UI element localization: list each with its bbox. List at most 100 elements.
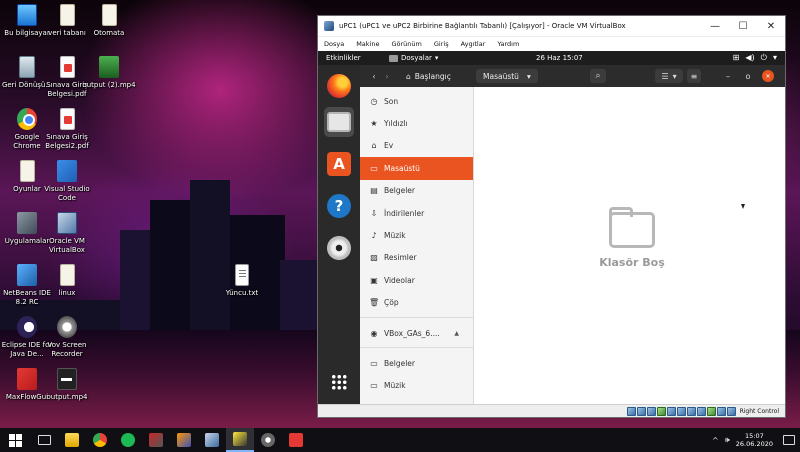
taskbar-file-explorer[interactable] <box>58 428 86 452</box>
sidebar-item-m-zik[interactable]: ♪ Müzik <box>360 224 473 246</box>
shared-folders-icon[interactable] <box>676 406 686 416</box>
menu-yardim[interactable]: Yardım <box>491 40 525 48</box>
usb-icon[interactable] <box>666 406 676 416</box>
sidebar-divider <box>360 316 473 318</box>
file-icon <box>59 4 75 26</box>
taskbar-clock[interactable]: 15:07 26.06.2020 <box>736 432 773 448</box>
sidebar-item-resimler[interactable]: ▨ Resimler <box>360 247 473 269</box>
sidebar-item-y-ld-zl-[interactable]: ★ Yıldızlı <box>360 112 473 134</box>
sidebar-item-belgeler[interactable]: ▭ Belgeler <box>360 352 473 374</box>
audio-icon[interactable] <box>646 406 656 416</box>
search-button[interactable]: ⌕ <box>590 69 606 83</box>
minimize-button[interactable]: — <box>701 16 729 37</box>
show-applications-button[interactable] <box>324 367 354 397</box>
sidebar-item-belgeler[interactable]: ▤ Belgeler <box>360 180 473 202</box>
eject-icon[interactable]: ▲ <box>454 330 459 337</box>
desktop-icon[interactable]: Vov Screen Recorder <box>40 316 94 359</box>
taskbar-office[interactable] <box>170 428 198 452</box>
maxflow-icon <box>289 433 303 447</box>
sidebar-item-m-zik[interactable]: ▭ Müzik <box>360 375 473 397</box>
windows-taskbar: ^ 🕪 15:07 26.06.2020 <box>0 428 800 452</box>
keyboard-icon[interactable] <box>726 406 736 416</box>
mouse-integration-icon[interactable] <box>716 406 726 416</box>
taskbar-spotify[interactable] <box>114 428 142 452</box>
files-content-area[interactable]: Klasör Boş <box>474 87 785 405</box>
optical-drive-icon[interactable] <box>636 406 646 416</box>
dock-software[interactable]: A <box>324 149 354 179</box>
breadcrumb-home[interactable]: ⌂ Başlangıç <box>399 69 458 83</box>
system-tray[interactable]: ⊞ ◀) ⏻ ▾ <box>733 53 777 63</box>
list-view-icon: ☰ <box>661 71 669 81</box>
volume-icon[interactable]: 🕪 <box>725 435 730 445</box>
taskbar-audio[interactable] <box>254 428 282 452</box>
forward-button[interactable]: › <box>381 69 393 83</box>
breadcrumb-desktop[interactable]: Masaüstü ▾ <box>476 69 538 83</box>
files-close-button[interactable]: ✕ <box>762 70 774 82</box>
desktop-icon-label: Yüncu.txt <box>225 289 259 297</box>
display-icon[interactable] <box>686 406 696 416</box>
cpu-icon[interactable] <box>706 406 716 416</box>
taskbar-maxflow[interactable] <box>282 428 310 452</box>
files-minimize-button[interactable]: – <box>722 69 734 83</box>
dock-help[interactable]: ? <box>324 191 354 221</box>
desktop-icon[interactable]: output.mp4 <box>40 368 94 402</box>
window-titlebar[interactable]: uPC1 (uPC1 ve uPC2 Birbirine Bağlantılı … <box>318 16 785 37</box>
taskbar-ubuntu-vm[interactable] <box>226 428 254 452</box>
vm-display[interactable]: Etkinlikler Dosyalar ▾ 26 Haz 15:07 ⊞ ◀)… <box>318 51 785 405</box>
gnome-clock[interactable]: 26 Haz 15:07 <box>536 54 583 62</box>
desktop-icon[interactable]: Otomata <box>82 4 136 38</box>
start-button[interactable] <box>0 428 30 452</box>
network-icon[interactable] <box>656 406 666 416</box>
recording-icon[interactable] <box>696 406 706 416</box>
app-menu[interactable]: Dosyalar ▾ <box>389 54 438 62</box>
dock-disc[interactable] <box>324 233 354 263</box>
menu-giris[interactable]: Giriş <box>428 40 455 48</box>
action-center-icon[interactable] <box>783 435 795 445</box>
desktop-icon[interactable]: output (2).mp4 <box>82 56 136 90</box>
file-icon <box>19 160 35 182</box>
place-icon: ▭ <box>370 163 378 173</box>
sidebar-item-label: Resimler <box>384 253 417 263</box>
place-icon: ▤ <box>370 186 378 196</box>
files-maximize-button[interactable]: o <box>742 69 754 83</box>
dock-files[interactable] <box>324 107 354 137</box>
menu-aygitlar[interactable]: Aygıtlar <box>455 40 492 48</box>
desktop-icon[interactable]: Sınava Giriş Belgesi2.pdf <box>40 108 94 151</box>
sidebar-item-ev[interactable]: ⌂ Ev <box>360 135 473 157</box>
desktop-icon-label: Otomata <box>93 29 125 37</box>
desktop-icon[interactable]: linux <box>40 264 94 298</box>
desktop-icon[interactable]: Oracle VM VirtualBox <box>40 212 94 255</box>
sidebar-item--p[interactable]: 🗑 Çöp <box>360 292 473 314</box>
hamburger-menu-button[interactable]: ≡ <box>687 69 701 83</box>
text-file-icon <box>235 264 249 286</box>
show-hidden-icons-button[interactable]: ^ <box>712 436 719 445</box>
back-button[interactable]: ‹ <box>368 69 380 83</box>
task-view-button[interactable] <box>30 428 58 452</box>
dock-firefox[interactable] <box>324 71 354 101</box>
menu-gorunum[interactable]: Görünüm <box>385 40 427 48</box>
sidebar-item-vbox-gas[interactable]: ◉ VBox_GAs_6.... ▲ <box>360 322 473 344</box>
sidebar-item-masa-st-[interactable]: ▭ Masaüstü <box>360 157 473 180</box>
taskbar-chrome[interactable] <box>86 428 114 452</box>
sidebar-item-son[interactable]: ◷ Son <box>360 90 473 112</box>
desktop-icon[interactable]: Visual Studio Code <box>40 160 94 203</box>
taskbar-recorder[interactable] <box>142 428 170 452</box>
taskbar-virtualbox[interactable] <box>198 428 226 452</box>
menu-makine[interactable]: Makine <box>350 40 385 48</box>
activities-button[interactable]: Etkinlikler <box>318 54 389 62</box>
notification-area: ^ 🕪 15:07 26.06.2020 <box>712 428 800 452</box>
sidebar-item-videolar[interactable]: ▣ Videolar <box>360 269 473 291</box>
folder-icon: ▭ <box>370 381 378 391</box>
sidebar-item-i-ndirilenler[interactable]: ⇩ İndirilenler <box>360 202 473 224</box>
chevron-down-icon: ▾ <box>772 53 777 62</box>
desktop-icon[interactable]: Yüncu.txt <box>215 264 269 298</box>
menu-dosya[interactable]: Dosya <box>318 40 350 48</box>
close-button[interactable]: ✕ <box>757 16 785 37</box>
vscode-icon <box>57 160 77 182</box>
disc-icon: ◉ <box>370 328 378 338</box>
hdd-icon[interactable] <box>626 406 636 416</box>
maximize-button[interactable]: ☐ <box>729 16 757 37</box>
chevron-down-icon: ▾ <box>526 71 531 81</box>
recorder-icon <box>57 316 77 338</box>
view-list-button[interactable]: ☰ ▾ <box>655 69 683 83</box>
